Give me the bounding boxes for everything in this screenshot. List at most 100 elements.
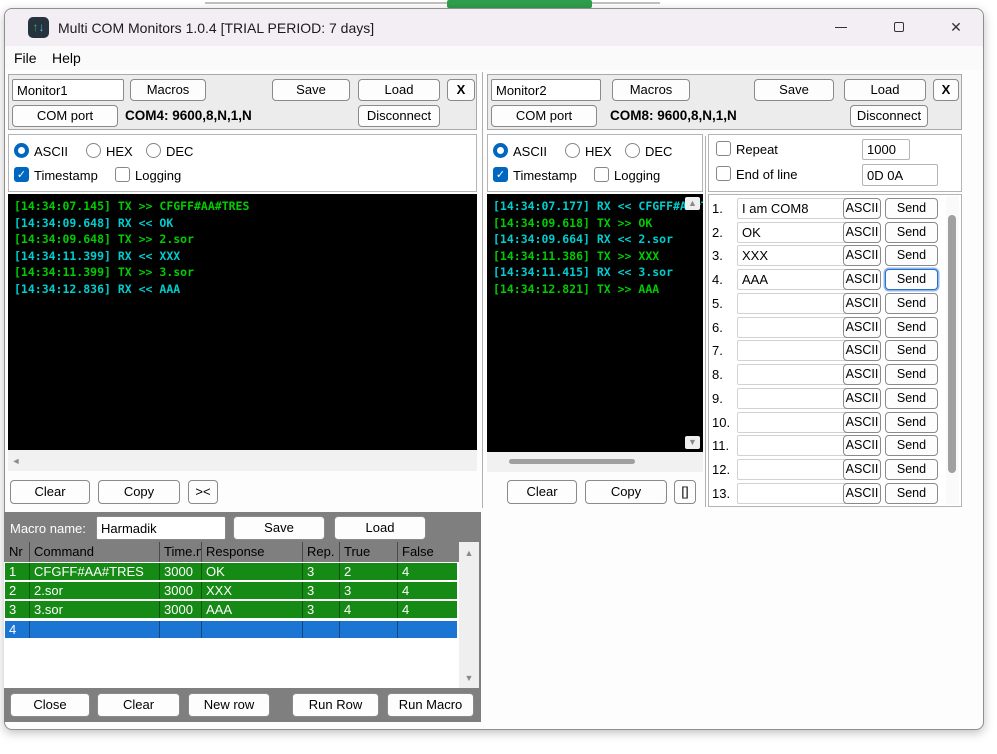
macro-name-input[interactable] — [96, 516, 226, 540]
send-row-input[interactable] — [737, 198, 853, 219]
send-row-mode-button[interactable]: ASCII — [843, 317, 881, 338]
monitor2-bracket-button[interactable]: [] — [674, 480, 696, 504]
end-of-line-value-input[interactable] — [862, 164, 938, 186]
send-row-send-button[interactable]: Send — [885, 340, 938, 361]
send-row-send-button[interactable]: Send — [885, 388, 938, 409]
send-row-mode-button[interactable]: ASCII — [843, 293, 881, 314]
send-row-input[interactable] — [737, 317, 853, 338]
send-row-mode-button[interactable]: ASCII — [843, 435, 881, 456]
send-row-send-button[interactable]: Send — [885, 317, 938, 338]
send-row-send-button[interactable]: Send — [885, 245, 938, 266]
monitor2-save-button[interactable]: Save — [754, 79, 834, 101]
macro-table-row[interactable]: 3 3.sor 3000 AAA 3 4 4 — [5, 601, 457, 618]
send-row-input[interactable] — [737, 388, 853, 409]
end-of-line-checkbox[interactable] — [716, 166, 731, 181]
monitor2-terminal[interactable]: [14:34:07.177] RX << CFGFF#AA#TRES [14:3… — [487, 194, 703, 452]
send-row-input[interactable] — [737, 483, 853, 504]
monitor2-scroll-down[interactable]: ▼ — [685, 436, 700, 449]
send-row-send-button[interactable]: Send — [885, 198, 938, 219]
send-row-mode-button[interactable]: ASCII — [843, 459, 881, 480]
monitor1-save-button[interactable]: Save — [272, 79, 350, 101]
macro-close-button[interactable]: Close — [10, 693, 90, 717]
menu-file[interactable]: File — [8, 46, 43, 70]
monitor2-macros-button[interactable]: Macros — [612, 79, 690, 101]
send-row-input[interactable] — [737, 269, 853, 290]
monitor2-copy-button[interactable]: Copy — [585, 480, 667, 504]
send-panel-vscroll-thumb[interactable] — [948, 215, 956, 473]
send-row-input[interactable] — [737, 435, 853, 456]
monitor1-timestamp-checkbox[interactable]: ✓ — [14, 167, 29, 182]
send-row-input[interactable] — [737, 459, 853, 480]
monitor2-hscroll-thumb[interactable] — [509, 459, 635, 464]
send-row-mode-button[interactable]: ASCII — [843, 388, 881, 409]
send-row-send-button[interactable]: Send — [885, 483, 938, 504]
send-row-input[interactable] — [737, 412, 853, 433]
macro-save-button[interactable]: Save — [233, 516, 325, 540]
monitor1-disconnect-button[interactable]: Disconnect — [358, 105, 440, 127]
macro-clear-button[interactable]: Clear — [97, 693, 180, 717]
monitor1-macros-button[interactable]: Macros — [130, 79, 206, 101]
send-row-mode-button[interactable]: ASCII — [843, 340, 881, 361]
monitor2-radio-dec[interactable] — [625, 143, 640, 158]
monitor1-hscrollbar[interactable] — [8, 450, 477, 471]
splitter-left[interactable] — [482, 72, 483, 508]
send-row-input[interactable] — [737, 293, 853, 314]
send-row-mode-button[interactable]: ASCII — [843, 412, 881, 433]
monitor1-radio-hex[interactable] — [86, 143, 101, 158]
maximize-button[interactable] — [884, 12, 914, 42]
menu-help[interactable]: Help — [46, 46, 87, 70]
macro-table-row[interactable]: 2 2.sor 3000 XXX 3 3 4 — [5, 582, 457, 599]
monitor2-disconnect-button[interactable]: Disconnect — [850, 105, 928, 127]
monitor2-clear-button[interactable]: Clear — [507, 480, 577, 504]
send-row-input[interactable] — [737, 222, 853, 243]
close-window-button[interactable]: ✕ — [941, 12, 971, 42]
monitor2-radio-ascii[interactable] — [493, 143, 508, 158]
scroll-down-icon[interactable]: ▼ — [462, 672, 476, 684]
macro-table-row[interactable]: 1 CFGFF#AA#TRES 3000 OK 3 2 4 — [5, 563, 457, 580]
monitor2-close-button[interactable]: X — [933, 79, 959, 101]
send-row-send-button[interactable]: Send — [885, 435, 938, 456]
monitor2-com-port-button[interactable]: COM port — [491, 105, 597, 127]
monitor2-radio-hex[interactable] — [565, 143, 580, 158]
monitor1-copy-button[interactable]: Copy — [98, 480, 180, 504]
monitor1-name-input[interactable] — [12, 79, 124, 101]
monitor1-terminal[interactable]: [14:34:07.145] TX >> CFGFF#AA#TRES [14:3… — [8, 194, 477, 450]
send-row-input[interactable] — [737, 245, 853, 266]
monitor2-timestamp-checkbox[interactable]: ✓ — [493, 167, 508, 182]
macro-table-vscrollbar[interactable] — [459, 542, 479, 688]
scroll-left-icon[interactable]: ◄ — [10, 455, 22, 467]
monitor1-wrap-button[interactable]: >< — [188, 480, 218, 504]
send-row-mode-button[interactable]: ASCII — [843, 245, 881, 266]
monitor1-clear-button[interactable]: Clear — [10, 480, 90, 504]
scroll-up-icon[interactable]: ▲ — [462, 547, 476, 559]
send-row-mode-button[interactable]: ASCII — [843, 483, 881, 504]
monitor2-load-button[interactable]: Load — [844, 79, 926, 101]
monitor2-scroll-up[interactable]: ▲ — [685, 197, 700, 210]
monitor1-logging-checkbox[interactable] — [115, 167, 130, 182]
macro-run-macro-button[interactable]: Run Macro — [387, 693, 474, 717]
send-row-input[interactable] — [737, 340, 853, 361]
repeat-value-input[interactable] — [862, 139, 910, 160]
send-row-mode-button[interactable]: ASCII — [843, 198, 881, 219]
macro-table-row-selected[interactable]: 4 — [5, 621, 457, 638]
send-row-send-button[interactable]: Send — [885, 459, 938, 480]
monitor1-com-port-button[interactable]: COM port — [12, 105, 118, 127]
monitor1-load-button[interactable]: Load — [358, 79, 440, 101]
send-row-mode-button[interactable]: ASCII — [843, 269, 881, 290]
monitor2-logging-checkbox[interactable] — [594, 167, 609, 182]
repeat-checkbox[interactable] — [716, 141, 731, 156]
macro-new-row-button[interactable]: New row — [188, 693, 270, 717]
send-row-mode-button[interactable]: ASCII — [843, 364, 881, 385]
monitor1-radio-ascii[interactable] — [14, 143, 29, 158]
macro-run-row-button[interactable]: Run Row — [292, 693, 379, 717]
send-row-send-button[interactable]: Send — [885, 364, 938, 385]
splitter-right[interactable] — [705, 136, 706, 507]
minimize-button[interactable] — [826, 12, 856, 42]
monitor2-name-input[interactable] — [491, 79, 601, 101]
send-row-send-button[interactable]: Send — [885, 412, 938, 433]
monitor1-close-button[interactable]: X — [447, 79, 475, 101]
send-row-send-button[interactable]: Send — [885, 269, 938, 290]
send-row-mode-button[interactable]: ASCII — [843, 222, 881, 243]
macro-load-button[interactable]: Load — [334, 516, 426, 540]
send-row-send-button[interactable]: Send — [885, 293, 938, 314]
